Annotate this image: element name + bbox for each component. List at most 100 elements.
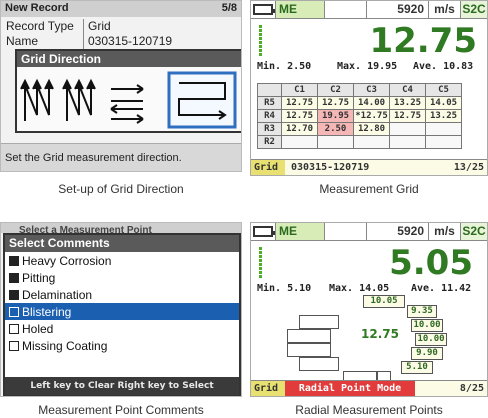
table-row: R2 [257, 135, 462, 149]
zigzag-down-icon[interactable] [62, 78, 96, 121]
table-cell[interactable]: 12.75 [281, 96, 318, 110]
select-comments-dialog: Select Comments Heavy Corrosion Pitting … [3, 233, 241, 396]
table-cell[interactable] [425, 122, 462, 136]
bottom-tag: Grid [251, 381, 285, 396]
comment-item-missing-coating[interactable]: Missing Coating [5, 337, 239, 354]
radial-point-value[interactable]: 9.35 [407, 305, 437, 318]
field-label: Name [4, 34, 84, 49]
checkbox[interactable] [9, 255, 19, 266]
stat-max: Max. 14.05 [329, 283, 390, 294]
stat-max: Max. 19.95 [337, 61, 398, 72]
checkbox[interactable] [9, 289, 19, 300]
table-header-row: C1 C2 C3 C4 C5 [257, 83, 462, 97]
reading-value: 5.05 [389, 243, 473, 283]
comment-label: Holed [22, 321, 54, 336]
stat-ave: Ave. 11.42 [411, 283, 472, 294]
table-cell[interactable] [317, 135, 354, 149]
comment-item-pitting[interactable]: Pitting [5, 269, 239, 286]
table-cell-highlight[interactable]: 19.95 [317, 109, 354, 123]
stat-min: Min. 2.50 [257, 61, 312, 72]
field-record-type[interactable]: Record Type Grid [4, 19, 238, 34]
radial-mode-badge: Radial Point Mode 8/12 [285, 381, 415, 396]
field-name[interactable]: Name 030315-120719 [4, 34, 238, 49]
radial-points-screen: ME 5920 m/s S2C 5.05 Min. 5.10 Max. 14.0… [250, 222, 488, 397]
radial-segment[interactable] [287, 329, 331, 343]
radial-segment[interactable] [299, 315, 339, 329]
measurement-table: C1 C2 C3 C4 C5 R5 12.75 12.75 14.00 13.2… [257, 83, 462, 149]
table-row: R4 12.75 19.95 *12.75 12.75 13.25 [257, 109, 462, 123]
radial-point-value[interactable]: 9.90 [411, 347, 443, 360]
background-header: Select a Measurement Point [1, 223, 241, 233]
direction-options [20, 71, 237, 129]
bottom-bar: Grid 030315-120719 13/25 [251, 159, 487, 175]
field-label: Record Type [4, 19, 84, 34]
grid-direction-screen: New Record 5/8 Record Type Grid Name 030… [0, 0, 242, 172]
dialog-title: Grid Direction [17, 51, 241, 67]
battery-icon [253, 4, 275, 15]
velocity-unit: m/s [429, 223, 461, 240]
table-row: R3 12.70 2.50 12.80 [257, 122, 462, 136]
table-cell[interactable]: 13.25 [389, 96, 426, 110]
comment-item-heavy-corrosion[interactable]: Heavy Corrosion [5, 252, 239, 269]
bottom-count: 8/25 [415, 381, 487, 396]
screenshot-collage: New Record 5/8 Record Type Grid Name 030… [0, 0, 488, 418]
row-header: R2 [257, 135, 282, 149]
velocity: 5920 [367, 1, 429, 18]
comment-item-holed[interactable]: Holed [5, 320, 239, 337]
table-cell[interactable] [353, 135, 390, 149]
top-bar: ME 5920 m/s S2C [251, 1, 487, 19]
radial-point-value[interactable]: 10.05 [363, 295, 405, 308]
top-blank [325, 223, 367, 240]
table-cell[interactable]: 12.75 [389, 109, 426, 123]
radial-point-value[interactable]: 5.10 [401, 361, 433, 374]
table-cell[interactable]: 13.25 [425, 109, 462, 123]
mode-right: S2C [461, 1, 487, 18]
serpentine-horizontal-icon[interactable] [110, 84, 144, 124]
comment-label: Blistering [22, 304, 72, 319]
row-header: R3 [257, 122, 282, 136]
radial-point-value[interactable]: 10.00 [415, 333, 447, 346]
table-cell[interactable]: *12.75 [353, 109, 390, 123]
table-cell[interactable] [425, 135, 462, 149]
radial-point-value[interactable]: 10.00 [411, 319, 443, 332]
top-blank [325, 1, 367, 18]
column-header: C1 [281, 83, 318, 97]
bottom-bar: Grid Radial Point Mode 8/12 8/25 [251, 380, 487, 396]
table-cell[interactable]: 14.05 [425, 96, 462, 110]
table-cell-highlight[interactable]: 2.50 [317, 122, 354, 136]
radial-segment[interactable] [287, 343, 331, 357]
zigzag-up-icon[interactable] [20, 78, 54, 121]
status-bar: Set the Grid measurement direction. [1, 143, 241, 171]
signal-bars-icon [259, 25, 262, 57]
checkbox[interactable] [9, 306, 19, 317]
table-cell[interactable] [389, 135, 426, 149]
stat-ave: Ave. 10.83 [413, 61, 474, 72]
checkbox[interactable] [9, 340, 19, 351]
table-cell[interactable]: 12.75 [281, 109, 318, 123]
table-cell[interactable]: 12.75 [317, 96, 354, 110]
column-header [257, 83, 282, 97]
table-cell[interactable] [389, 122, 426, 136]
radial-segment[interactable] [299, 357, 339, 371]
comment-item-delamination[interactable]: Delamination [5, 286, 239, 303]
top-bar: ME 5920 m/s S2C [251, 223, 487, 241]
column-header: C2 [317, 83, 354, 97]
stat-min: Min. 5.10 [257, 283, 312, 294]
center-value: 12.75 [361, 327, 399, 341]
table-cell[interactable] [281, 135, 318, 149]
column-header: C4 [389, 83, 426, 97]
header-page: 5/8 [221, 2, 237, 14]
mode-left: ME [275, 223, 325, 240]
table-cell[interactable]: 12.70 [281, 122, 318, 136]
table-cell[interactable]: 12.80 [353, 122, 390, 136]
signal-bars-icon [259, 247, 262, 279]
column-header: C3 [353, 83, 390, 97]
comment-item-blistering[interactable]: Blistering [5, 303, 239, 320]
checkbox[interactable] [9, 323, 19, 334]
table-cell[interactable]: 14.00 [353, 96, 390, 110]
mode-right: S2C [461, 223, 487, 240]
mode-left: ME [275, 1, 325, 18]
column-header: C5 [425, 83, 462, 97]
battery-icon [253, 226, 275, 237]
checkbox[interactable] [9, 272, 19, 283]
